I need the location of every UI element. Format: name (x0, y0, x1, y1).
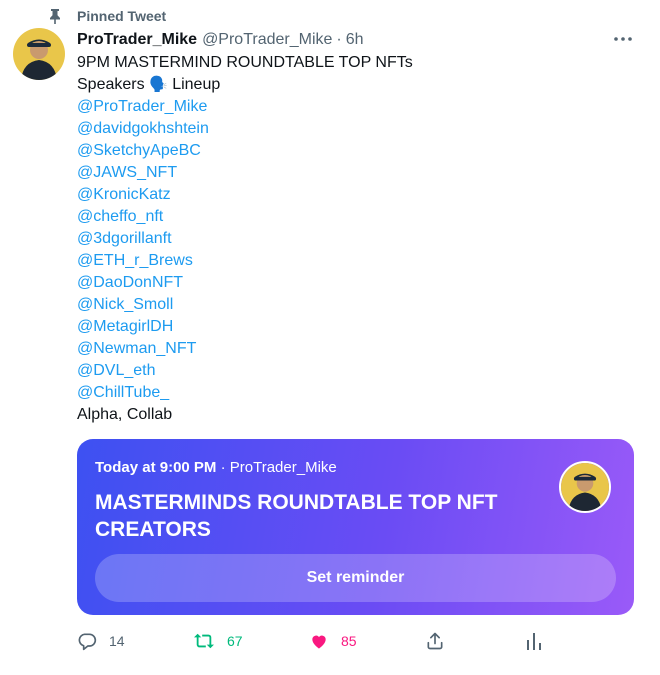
mention-link[interactable]: @3dgorillanft (77, 228, 637, 250)
tweet-timestamp[interactable]: 6h (346, 31, 364, 49)
speakers-prefix: Speakers (77, 76, 145, 93)
speakers-suffix: Lineup (172, 76, 221, 93)
space-separator: · (220, 459, 226, 476)
reply-icon (77, 631, 97, 651)
mention-link[interactable]: @ETH_r_Brews (77, 250, 637, 272)
tweet-text: 9PM MASTERMIND ROUNDTABLE TOP NFTs Speak… (77, 52, 637, 426)
mention-link[interactable]: @ChillTube_ (77, 382, 637, 404)
mention-link[interactable]: @Nick_Smoll (77, 294, 637, 316)
mention-link[interactable]: @SketchyApeBC (77, 140, 637, 162)
share-button[interactable] (425, 627, 445, 655)
analytics-icon (525, 631, 543, 651)
author-display-name[interactable]: ProTrader_Mike (77, 31, 197, 49)
reply-button[interactable]: 14 (77, 627, 125, 655)
mention-link[interactable]: @DVL_eth (77, 360, 637, 382)
space-host-avatar (559, 461, 611, 513)
like-count: 85 (341, 633, 357, 649)
retweet-button[interactable]: 67 (193, 627, 243, 655)
speakers-line: Speakers 🗣️ Lineup (77, 74, 637, 96)
like-button[interactable]: 85 (309, 627, 357, 655)
tweet-actions: 14 67 85 (77, 627, 557, 655)
pinned-indicator: Pinned Tweet (47, 6, 166, 26)
space-meta: Today at 9:00 PM · ProTrader_Mike (95, 459, 337, 476)
mention-link[interactable]: @JAWS_NFT (77, 162, 637, 184)
space-card[interactable]: Today at 9:00 PM · ProTrader_Mike MASTER… (77, 439, 634, 615)
tweet-header: ProTrader_Mike @ProTrader_Mike · 6h (77, 30, 364, 50)
speaking-head-icon: 🗣️ (149, 76, 168, 93)
pinned-label: Pinned Tweet (77, 8, 167, 24)
mention-link[interactable]: @MetagirlDH (77, 316, 637, 338)
share-icon (425, 631, 445, 651)
more-options-icon[interactable] (608, 28, 638, 50)
set-reminder-button[interactable]: Set reminder (95, 554, 616, 602)
space-title: MASTERMINDS ROUNDTABLE TOP NFT CREATORS (95, 491, 498, 541)
mention-link[interactable]: @Newman_NFT (77, 338, 637, 360)
tweet-headline: 9PM MASTERMIND ROUNDTABLE TOP NFTs (77, 54, 413, 71)
tweet-closing: Alpha, Collab (77, 406, 173, 423)
mention-link[interactable]: @ProTrader_Mike (77, 96, 637, 118)
separator-dot: · (336, 31, 342, 48)
avatar[interactable] (13, 28, 65, 80)
reply-count: 14 (109, 633, 125, 649)
mention-link[interactable]: @DaoDonNFT (77, 272, 637, 294)
mention-link[interactable]: @davidgokhshtein (77, 118, 637, 140)
retweet-count: 67 (227, 633, 243, 649)
mention-link[interactable]: @KronicKatz (77, 184, 637, 206)
pin-icon (47, 8, 63, 24)
author-handle[interactable]: @ProTrader_Mike (202, 31, 332, 49)
retweet-icon (193, 631, 215, 651)
heart-icon (309, 631, 329, 651)
space-host: ProTrader_Mike (229, 459, 337, 476)
space-time: Today at 9:00 PM (95, 459, 217, 476)
analytics-button[interactable] (525, 627, 543, 655)
mention-link[interactable]: @cheffo_nft (77, 206, 637, 228)
